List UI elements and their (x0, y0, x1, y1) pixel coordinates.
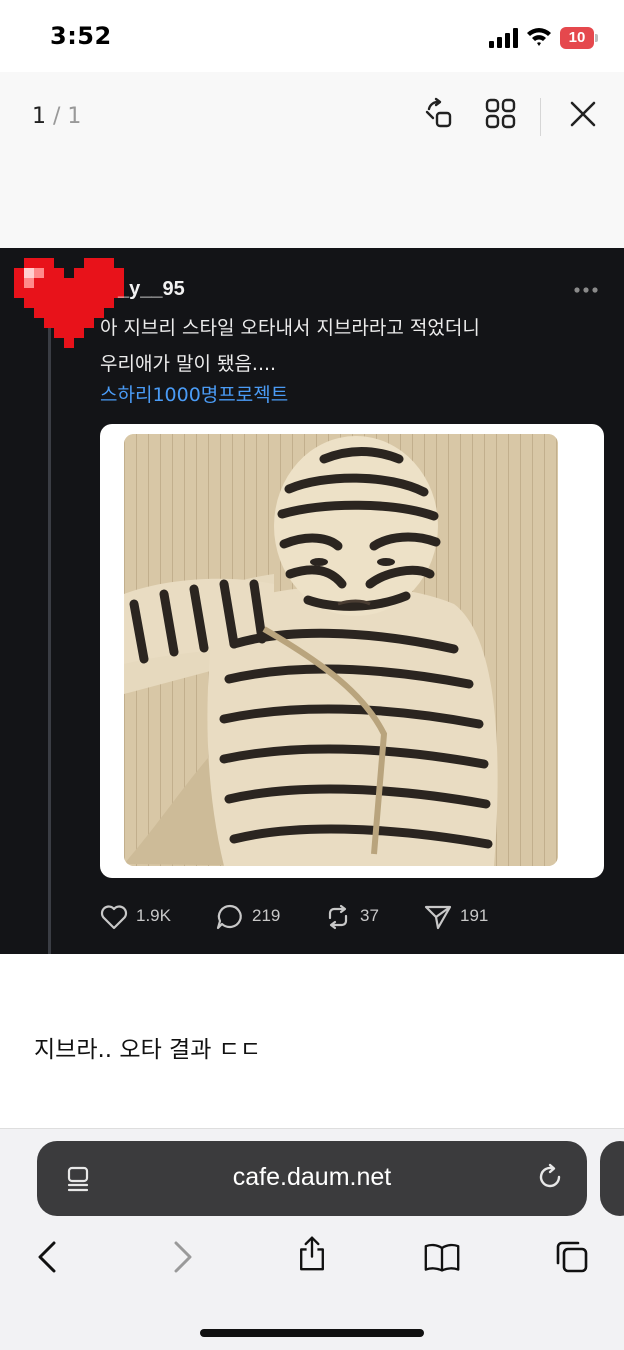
post-username[interactable]: _y__95 (118, 278, 185, 301)
image-viewer-toolbar: 1 / 1 (0, 72, 624, 248)
thread-line (48, 328, 51, 954)
heart-outline-icon (100, 905, 128, 930)
comment-icon (216, 904, 242, 930)
share-count: 191 (460, 906, 489, 925)
repost-button[interactable]: 37 (324, 904, 394, 930)
social-post: _y__95 아 지브리 스타일 오타내서 지브라라고 적었더니 우리애가 말이… (0, 248, 624, 954)
toolbar-divider (540, 98, 541, 136)
post-media[interactable] (100, 424, 604, 878)
share-post-button[interactable]: 191 (424, 904, 504, 930)
page-counter: 1 / 1 (32, 104, 81, 129)
close-icon[interactable] (566, 97, 600, 131)
share-icon[interactable] (294, 1235, 330, 1271)
page-separator: / (53, 104, 61, 129)
like-count: 1.9K (136, 906, 171, 925)
reload-icon[interactable] (535, 1162, 565, 1192)
page-total: 1 (67, 104, 82, 129)
post-image[interactable] (124, 434, 558, 866)
grid-icon[interactable] (484, 97, 518, 131)
repost-icon (328, 904, 348, 930)
battery-level: 10 (568, 29, 586, 46)
more-options-icon[interactable] (573, 286, 599, 294)
tabs-icon[interactable] (554, 1239, 590, 1275)
reply-count: 219 (252, 906, 281, 925)
forward-icon[interactable] (164, 1239, 200, 1275)
repost-count: 37 (360, 906, 379, 925)
status-time: 3:52 (50, 22, 112, 50)
post-text: 아 지브리 스타일 오타내서 지브라라고 적었더니 우리애가 말이 됐음.... (100, 310, 600, 382)
post-text-line-2: 우리애가 말이 됐음.... (100, 353, 277, 375)
battery-icon: 10 (560, 27, 598, 49)
reply-button[interactable]: 219 (216, 904, 296, 930)
url-text[interactable]: cafe.daum.net (137, 1163, 487, 1192)
post-hashtag[interactable]: 스하리1000명프로젝트 (100, 380, 288, 407)
send-icon (424, 905, 452, 930)
rotate-icon[interactable] (423, 97, 457, 131)
browser-toolbar: cafe.daum.net (0, 1128, 624, 1350)
like-button[interactable]: 1.9K (100, 904, 190, 930)
page-current: 1 (32, 104, 46, 129)
status-bar: 3:52 10 (0, 0, 624, 72)
back-icon[interactable] (30, 1239, 66, 1275)
post-text-line-1: 아 지브리 스타일 오타내서 지브라라고 적었더니 (100, 317, 480, 339)
wifi-icon (527, 28, 551, 46)
home-indicator (200, 1329, 424, 1337)
article-caption: 지브라.. 오타 결과 ㄷㄷ (34, 1037, 261, 1063)
address-bar[interactable]: cafe.daum.net (37, 1141, 587, 1216)
signal-icon (489, 28, 518, 48)
next-tab-peek[interactable] (600, 1141, 624, 1216)
bookmarks-icon[interactable] (424, 1239, 460, 1275)
page-menu-icon[interactable] (65, 1165, 93, 1193)
